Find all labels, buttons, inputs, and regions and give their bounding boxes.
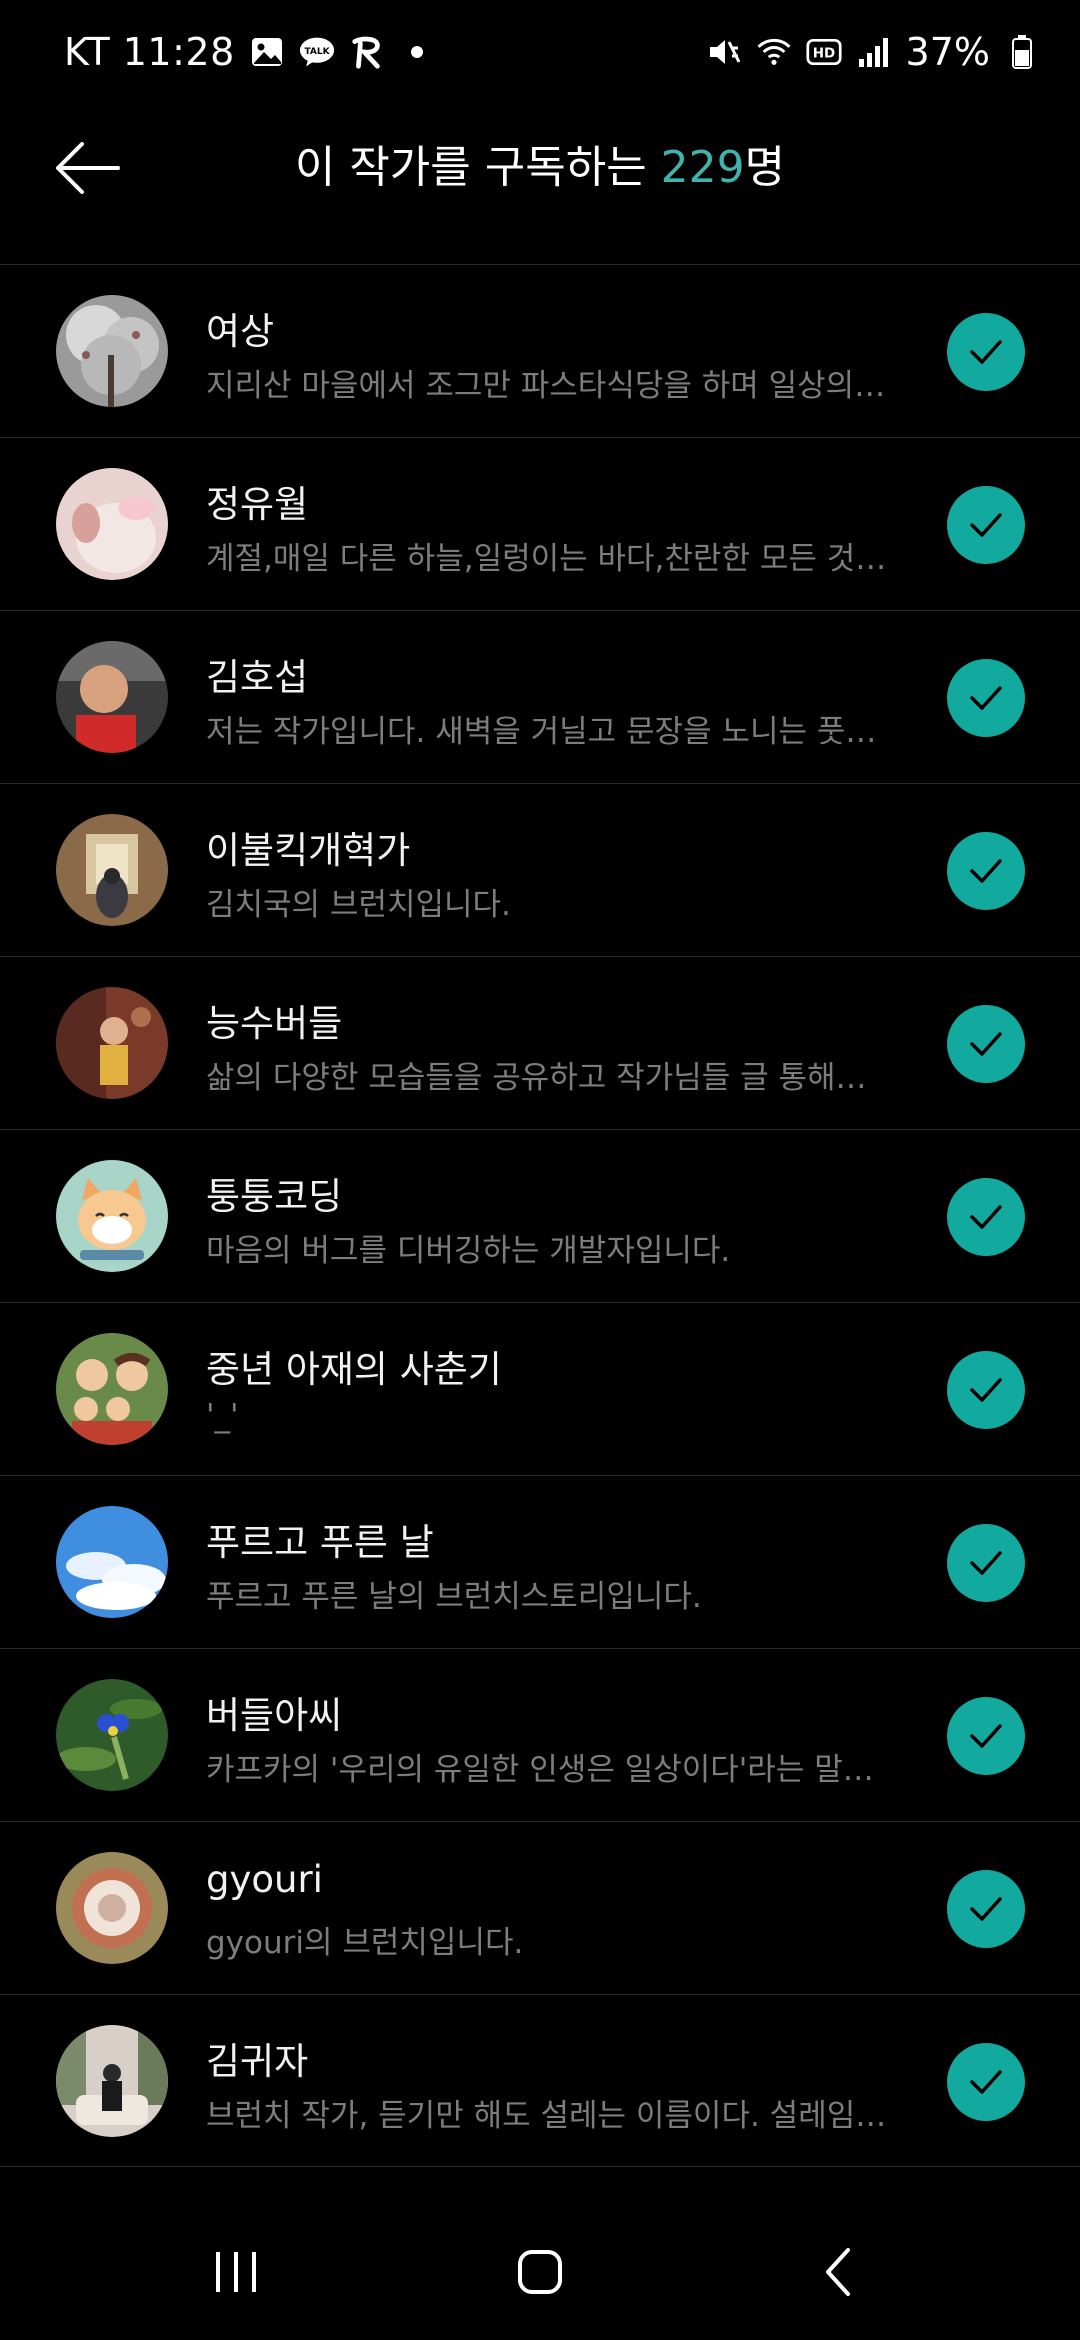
- subscribed-button[interactable]: [947, 1870, 1025, 1948]
- check-icon: [970, 2070, 1002, 2094]
- author-name: 푸르고 푸른 날: [206, 1521, 434, 1564]
- author-description: '_': [206, 1398, 239, 1434]
- dot-icon: [399, 34, 435, 70]
- list-item[interactable]: 정유월 계절,매일 다른 하늘,일렁이는 바다,찬란한 모든 것…: [0, 437, 1080, 610]
- list-item[interactable]: 퉁퉁코딩 마음의 버그를 디버깅하는 개발자입니다.: [0, 1129, 1080, 1302]
- author-description: gyouri의 브런치입니다.: [206, 1925, 524, 1961]
- author-name: 능수버들: [206, 1002, 343, 1045]
- avatar[interactable]: [56, 1160, 168, 1272]
- check-icon: [970, 1032, 1002, 1056]
- hd-icon: HD: [805, 34, 842, 70]
- author-description: 김치국의 브런치입니다.: [206, 887, 511, 923]
- author-name: 정유월: [206, 483, 309, 526]
- navigation-bar: [0, 2200, 1080, 2340]
- avatar[interactable]: [56, 295, 168, 407]
- avatar[interactable]: [56, 987, 168, 1099]
- author-description: 카프카의 '우리의 유일한 인생은 일상이다'라는 말…: [206, 1752, 874, 1788]
- author-name: 버들아씨: [206, 1694, 343, 1737]
- subscriber-list: 여상 지리산 마을에서 조그만 파스타식당을 하며 일상의… 정유월 계절,매일…: [0, 264, 1080, 2167]
- author-description: 마음의 버그를 디버깅하는 개발자입니다.: [206, 1233, 731, 1269]
- author-description: 지리산 마을에서 조그만 파스타식당을 하며 일상의…: [206, 368, 886, 404]
- list-item[interactable]: 이불킥개혁가 김치국의 브런치입니다.: [0, 783, 1080, 956]
- home-icon: [518, 2250, 562, 2294]
- subscribed-button[interactable]: [947, 2043, 1025, 2121]
- list-item[interactable]: 능수버들 삶의 다양한 모습들을 공유하고 작가님들 글 통해…: [0, 956, 1080, 1129]
- subscribed-button[interactable]: [947, 659, 1025, 737]
- subscribed-button[interactable]: [947, 1697, 1025, 1775]
- header: 이 작가를 구독하는 229명: [0, 110, 1080, 264]
- list-item[interactable]: 김귀자 브런치 작가, 듣기만 해도 설레는 이름이다. 설레임…: [0, 1994, 1080, 2167]
- author-name: 중년 아재의 사춘기: [206, 1348, 502, 1391]
- list-item[interactable]: 버들아씨 카프카의 '우리의 유일한 인생은 일상이다'라는 말…: [0, 1648, 1080, 1821]
- avatar[interactable]: [56, 1679, 168, 1791]
- author-name: 김호섭: [206, 656, 309, 699]
- kakaotalk-icon: TALK: [299, 34, 335, 70]
- mute-icon: [706, 34, 742, 70]
- recents-icon: [216, 2252, 256, 2292]
- subscribed-button[interactable]: [947, 1524, 1025, 1602]
- subscribed-button[interactable]: [947, 486, 1025, 564]
- check-icon: [970, 686, 1002, 710]
- list-item[interactable]: 푸르고 푸른 날 푸르고 푸른 날의 브런치스토리입니다.: [0, 1475, 1080, 1648]
- check-icon: [970, 1897, 1002, 1921]
- check-icon: [970, 1551, 1002, 1575]
- talk-label: TALK: [304, 47, 330, 57]
- app-r-icon: [349, 34, 385, 70]
- battery-icon: [1004, 34, 1040, 70]
- author-name: 여상: [206, 310, 275, 353]
- author-description: 삶의 다양한 모습들을 공유하고 작가님들 글 통해…: [206, 1060, 867, 1096]
- list-item[interactable]: 여상 지리산 마을에서 조그만 파스타식당을 하며 일상의…: [0, 264, 1080, 437]
- list-item[interactable]: gyouri gyouri의 브런치입니다.: [0, 1821, 1080, 1994]
- author-name: gyouri: [206, 1858, 323, 1901]
- check-icon: [970, 1378, 1002, 1402]
- hd-label: HD: [812, 45, 835, 61]
- check-icon: [970, 1724, 1002, 1748]
- subscribed-button[interactable]: [947, 1178, 1025, 1256]
- avatar[interactable]: [56, 1333, 168, 1445]
- battery-percent: 37%: [905, 30, 990, 74]
- avatar[interactable]: [56, 1852, 168, 1964]
- author-description: 계절,매일 다른 하늘,일렁이는 바다,찬란한 모든 것…: [206, 541, 887, 577]
- subscribed-button[interactable]: [947, 1005, 1025, 1083]
- avatar[interactable]: [56, 2025, 168, 2137]
- title-suffix: 명: [744, 142, 786, 193]
- gallery-icon: [249, 34, 285, 70]
- avatar[interactable]: [56, 468, 168, 580]
- avatar[interactable]: [56, 1506, 168, 1618]
- subscribed-button[interactable]: [947, 313, 1025, 391]
- author-name: 퉁퉁코딩: [206, 1175, 343, 1218]
- check-icon: [970, 1205, 1002, 1229]
- author-description: 브런치 작가, 듣기만 해도 설레는 이름이다. 설레임…: [206, 2098, 887, 2134]
- author-description: 저는 작가입니다. 새벽을 거닐고 문장을 노니는 풋…: [206, 714, 877, 750]
- list-item[interactable]: 중년 아재의 사춘기 '_': [0, 1302, 1080, 1475]
- check-icon: [970, 859, 1002, 883]
- status-time: KT 11:28: [64, 30, 235, 74]
- check-icon: [970, 340, 1002, 364]
- author-name: 김귀자: [206, 2040, 309, 2083]
- recents-button[interactable]: [186, 2222, 286, 2322]
- list-item[interactable]: 김호섭 저는 작가입니다. 새벽을 거닐고 문장을 노니는 풋…: [0, 610, 1080, 783]
- subscribed-button[interactable]: [947, 832, 1025, 910]
- system-back-button[interactable]: [790, 2222, 890, 2322]
- author-description: 푸르고 푸른 날의 브런치스토리입니다.: [206, 1579, 702, 1615]
- avatar[interactable]: [56, 814, 168, 926]
- page-title: 이 작가를 구독하는 229명: [0, 130, 1080, 206]
- wifi-icon: [756, 34, 792, 70]
- avatar[interactable]: [56, 641, 168, 753]
- check-icon: [970, 513, 1002, 537]
- subscribed-button[interactable]: [947, 1351, 1025, 1429]
- status-bar: KT 11:28 TALK HD 37%: [0, 0, 1080, 110]
- subscriber-count: 229: [660, 142, 745, 193]
- title-prefix: 이 작가를 구독하는: [294, 142, 661, 193]
- back-icon: [826, 2248, 850, 2296]
- home-button[interactable]: [490, 2222, 590, 2322]
- author-name: 이불킥개혁가: [206, 829, 411, 872]
- signal-icon: [856, 34, 892, 70]
